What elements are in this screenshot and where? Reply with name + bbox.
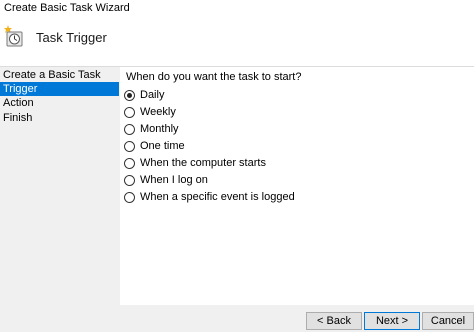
sidebar-item-label: Finish bbox=[3, 112, 33, 124]
option-label: When a specific event is logged bbox=[140, 191, 295, 203]
radio-button[interactable] bbox=[124, 174, 135, 186]
option-daily[interactable]: Daily bbox=[124, 88, 164, 102]
cancel-button[interactable]: Cancel bbox=[422, 312, 474, 330]
wizard-steps-sidebar: Create a Basic Task Trigger Action Finis… bbox=[0, 67, 119, 312]
task-scheduler-clock-icon bbox=[4, 24, 24, 48]
question-label: When do you want the task to start? bbox=[126, 71, 302, 83]
radio-button-selected[interactable] bbox=[124, 89, 135, 101]
option-weekly[interactable]: Weekly bbox=[124, 105, 176, 119]
title-bar: Create Basic Task Wizard bbox=[0, 0, 474, 16]
option-one-time[interactable]: One time bbox=[124, 139, 185, 153]
sidebar-item-action[interactable]: Action bbox=[0, 96, 119, 110]
option-label: When I log on bbox=[140, 174, 208, 186]
option-label: Monthly bbox=[140, 123, 179, 135]
option-computer-starts[interactable]: When the computer starts bbox=[124, 156, 266, 170]
next-button[interactable]: Next > bbox=[364, 312, 420, 330]
option-label: Daily bbox=[140, 89, 165, 101]
sidebar-item-finish[interactable]: Finish bbox=[0, 111, 119, 125]
sidebar-item-create-basic-task[interactable]: Create a Basic Task bbox=[0, 68, 119, 82]
radio-button[interactable] bbox=[124, 157, 135, 169]
sidebar-item-label: Create a Basic Task bbox=[3, 69, 101, 81]
page-heading: Task Trigger bbox=[36, 30, 107, 45]
radio-button[interactable] bbox=[124, 191, 135, 203]
trigger-panel: When do you want the task to start? Dail… bbox=[120, 67, 474, 312]
sidebar-item-label: Action bbox=[3, 97, 34, 109]
window-title: Create Basic Task Wizard bbox=[4, 2, 130, 14]
option-log-on[interactable]: When I log on bbox=[124, 173, 208, 187]
wizard-footer: < Back Next > Cancel bbox=[0, 305, 474, 332]
back-button[interactable]: < Back bbox=[306, 312, 362, 330]
option-monthly[interactable]: Monthly bbox=[124, 122, 179, 136]
option-label: When the computer starts bbox=[140, 157, 266, 169]
option-event-logged[interactable]: When a specific event is logged bbox=[124, 190, 295, 204]
radio-button[interactable] bbox=[124, 123, 135, 135]
radio-button[interactable] bbox=[124, 106, 135, 118]
sidebar-item-trigger[interactable]: Trigger bbox=[0, 82, 119, 96]
option-label: Weekly bbox=[140, 106, 176, 118]
wizard-header: Task Trigger bbox=[0, 16, 474, 67]
sidebar-item-label: Trigger bbox=[3, 83, 38, 95]
radio-button[interactable] bbox=[124, 140, 135, 152]
option-label: One time bbox=[140, 140, 185, 152]
